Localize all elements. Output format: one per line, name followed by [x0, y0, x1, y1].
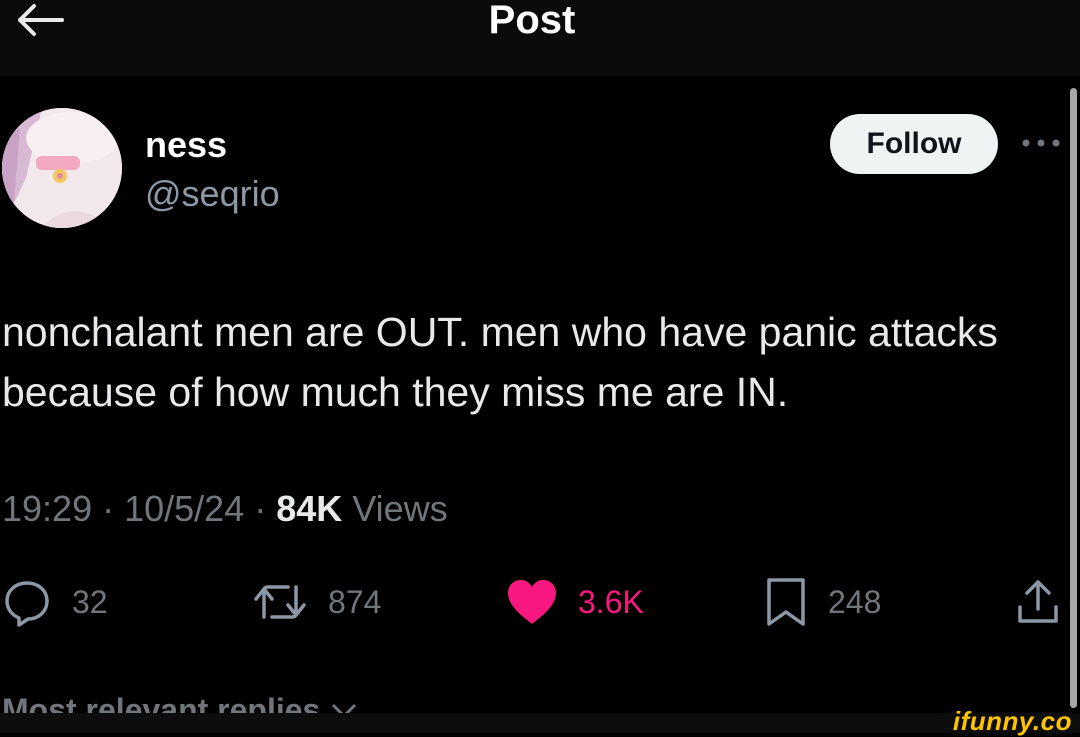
bookmark-icon: [767, 578, 805, 626]
like-button[interactable]: 3.6K: [506, 572, 644, 632]
chevron-down-icon: [332, 703, 357, 713]
display-name[interactable]: ness: [145, 124, 227, 166]
user-handle[interactable]: @seqrio: [145, 173, 280, 215]
like-count: 3.6K: [578, 583, 644, 620]
tweet-date[interactable]: 10/5/24: [124, 488, 244, 529]
more-dots-icon: [1022, 139, 1060, 147]
avatar[interactable]: [2, 108, 122, 228]
reply-icon: [5, 581, 49, 627]
bookmark-count: 248: [828, 583, 882, 620]
share-icon: [1018, 580, 1058, 623]
page-title: Post: [488, 0, 576, 42]
action-bar: 32 874 3.6K 248: [0, 572, 1080, 632]
replies-header-label: Most relevant replies: [2, 692, 321, 713]
share-button[interactable]: [1014, 572, 1062, 632]
tweet-text: nonchalant men are OUT. men who have pan…: [2, 309, 998, 415]
footer-strip: [0, 713, 1080, 733]
tweet-time[interactable]: 19:29: [2, 488, 92, 529]
ifunny-watermark: ifunny.co: [952, 706, 1072, 736]
repost-count: 874: [328, 583, 382, 620]
views-label: Views: [352, 488, 448, 529]
meta-separator: ·: [102, 488, 125, 529]
repost-button[interactable]: 874: [252, 572, 381, 632]
replies-sort-toggle[interactable]: Most relevant replies: [2, 690, 359, 713]
avatar-image: [2, 108, 122, 228]
meta-separator: ·: [254, 488, 277, 529]
repost-icon: [254, 585, 306, 619]
follow-button[interactable]: Follow: [830, 114, 998, 174]
tweet-meta: 19:29 · 10/5/24 · 84K Views: [2, 488, 448, 530]
reply-button[interactable]: 32: [2, 572, 108, 632]
bookmark-button[interactable]: 248: [764, 572, 881, 632]
views-count: 84K: [276, 488, 343, 529]
heart-icon: [508, 580, 556, 624]
reply-count: 32: [72, 583, 108, 620]
top-bar: Post: [0, 0, 1080, 76]
more-button[interactable]: [1018, 128, 1064, 158]
